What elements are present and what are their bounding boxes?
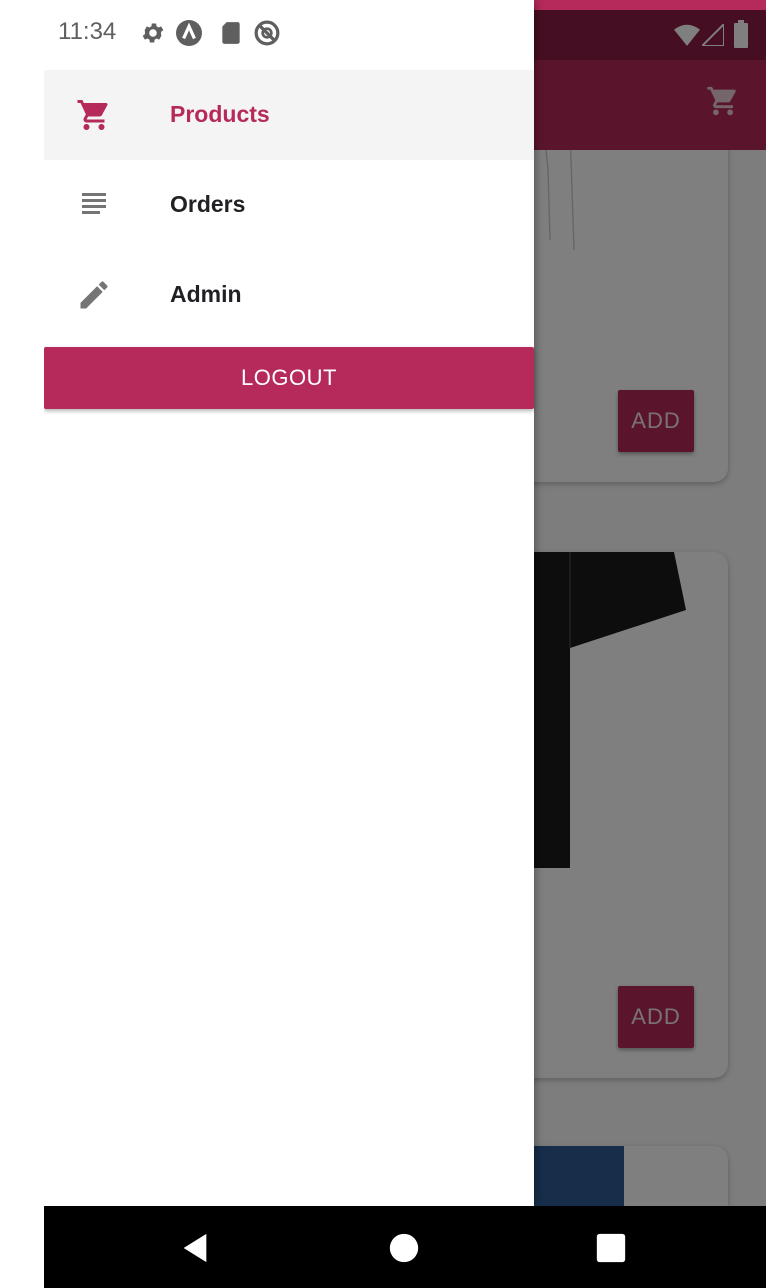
system-navigation-bar	[44, 1206, 766, 1288]
cart-icon	[77, 100, 108, 130]
gear-icon	[142, 23, 164, 43]
recents-icon[interactable]	[594, 1231, 628, 1265]
drawer-item-label: Orders	[170, 191, 246, 217]
back-icon[interactable]	[178, 1231, 212, 1265]
drawer-item-label: Admin	[170, 281, 242, 307]
navigation-drawer: 11:34 Products Orders Admin LOGOUT	[44, 0, 534, 1206]
drawer-item-label: Products	[170, 101, 270, 127]
no-disturb-icon	[254, 20, 280, 46]
status-time: 11:34	[58, 18, 117, 45]
status-bar-left: 11:34	[44, 10, 534, 60]
app-icon	[176, 20, 202, 46]
pencil-icon	[80, 281, 108, 309]
drawer-item-products[interactable]: Products	[44, 70, 534, 160]
screen: ADD ADD	[44, 0, 766, 1288]
logout-button[interactable]: LOGOUT	[44, 347, 534, 409]
list-icon	[82, 193, 106, 214]
sd-card-icon	[222, 22, 240, 44]
drawer-item-admin[interactable]: Admin	[44, 250, 534, 340]
home-icon[interactable]	[387, 1231, 421, 1265]
drawer-item-orders[interactable]: Orders	[44, 160, 534, 250]
